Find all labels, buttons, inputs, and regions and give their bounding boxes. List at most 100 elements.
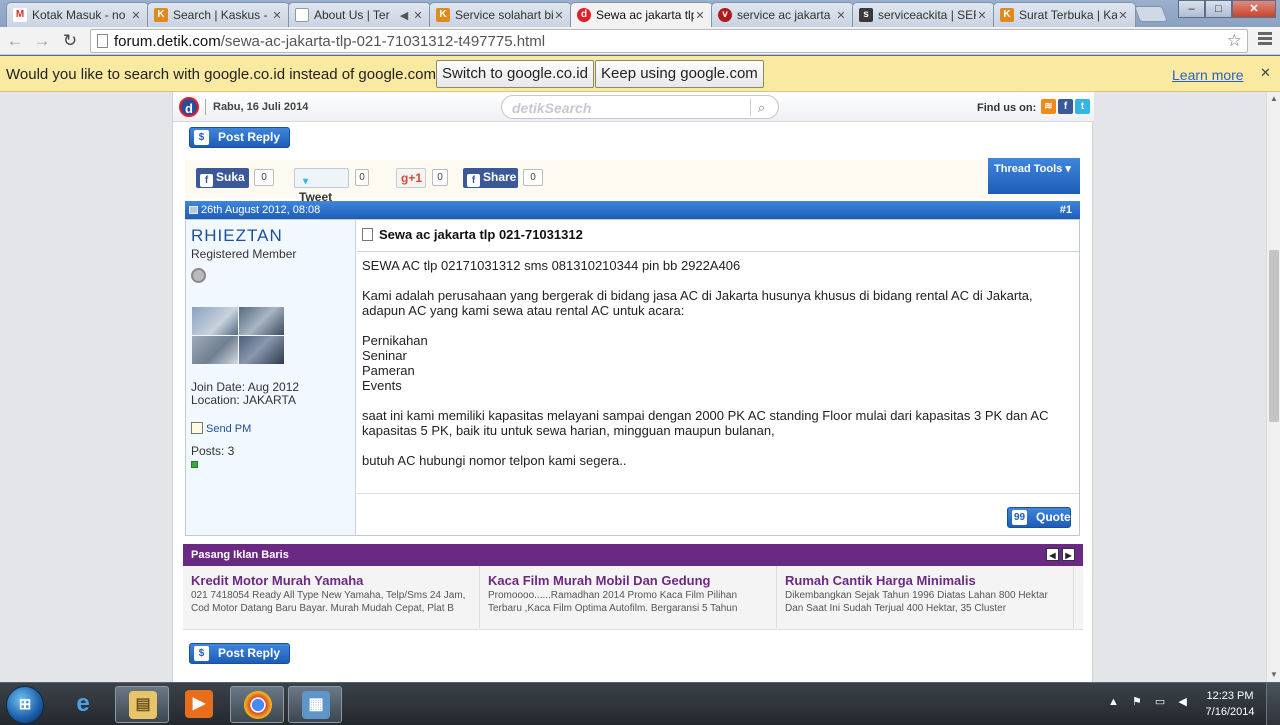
rss-icon[interactable]: ≋ bbox=[1041, 99, 1056, 114]
post-title: Sewa ac jakarta tlp 021-71031312 bbox=[362, 227, 583, 242]
start-button[interactable]: ⊞ bbox=[6, 686, 44, 724]
quote-button[interactable]: 99 Quote bbox=[1007, 507, 1071, 528]
tweet-button[interactable]: ▾Tweet bbox=[294, 168, 349, 204]
minimize-button[interactable]: – bbox=[1178, 0, 1205, 18]
tab-surat-terbuka[interactable]: K Surat Terbuka | Ka ✕ bbox=[993, 2, 1136, 27]
ad-item[interactable]: Kredit Motor Murah Yamaha 021 7418054 Re… bbox=[183, 566, 480, 628]
classified-ads-row: Kredit Motor Murah Yamaha 021 7418054 Re… bbox=[183, 566, 1083, 630]
clock-date: 7/16/2014 bbox=[1205, 706, 1255, 718]
reload-icon[interactable]: ↻ bbox=[59, 30, 81, 52]
forward-arrow-icon[interactable]: → bbox=[31, 30, 53, 52]
title-divider bbox=[357, 251, 1079, 252]
url-domain: forum.detik.com bbox=[114, 33, 221, 50]
taskbar-internet-explorer[interactable]: e bbox=[56, 686, 110, 723]
show-desktop-button[interactable] bbox=[1266, 683, 1280, 725]
network-icon[interactable]: ▭ bbox=[1155, 696, 1165, 708]
post-reply-button-top[interactable]: $ Post Reply bbox=[189, 127, 290, 148]
post-line: saat ini kami memiliki kapasitas melayan… bbox=[362, 408, 1049, 423]
tab-close-icon[interactable]: ✕ bbox=[976, 9, 988, 22]
user-rank: Registered Member bbox=[191, 247, 297, 261]
ad-item[interactable]: Rumah Cantik Harga Minimalis Dikembangka… bbox=[777, 566, 1074, 628]
send-pm-label: Send PM bbox=[206, 423, 252, 435]
chrome-icon bbox=[244, 691, 272, 719]
scroll-up-icon[interactable]: ▲ bbox=[1270, 94, 1278, 103]
speaker-icon: ◀ bbox=[399, 9, 409, 22]
facebook-like-button[interactable]: f Suka bbox=[196, 168, 249, 188]
tab-close-icon[interactable]: ✕ bbox=[412, 9, 424, 22]
maximize-button[interactable]: □ bbox=[1205, 0, 1232, 18]
taskbar-chrome[interactable] bbox=[230, 686, 284, 723]
media-player-icon: ▶ bbox=[185, 690, 213, 718]
page-icon bbox=[295, 8, 309, 22]
bookmark-star-icon[interactable]: ☆ bbox=[1227, 31, 1242, 51]
window-controls: – □ ✕ bbox=[1178, 0, 1276, 18]
ad-title[interactable]: Kredit Motor Murah Yamaha bbox=[191, 573, 471, 588]
detik-logo[interactable]: d bbox=[179, 97, 199, 117]
tab-service-ac-jakarta[interactable]: v service ac jakarta ✕ bbox=[711, 2, 854, 27]
tab-kaskus-search[interactable]: K Search | Kaskus - T ✕ bbox=[147, 2, 290, 27]
system-clock[interactable]: 12:23 PM 7/16/2014 bbox=[1200, 688, 1260, 720]
back-arrow-icon[interactable]: ← bbox=[4, 30, 26, 52]
volume-icon[interactable]: ◀ bbox=[1178, 696, 1186, 708]
facebook-share-button[interactable]: f Share bbox=[463, 168, 518, 188]
classified-ads-header: Pasang Iklan Baris ◀ ▶ bbox=[183, 544, 1083, 566]
search-icon[interactable]: ⌕ bbox=[750, 99, 772, 116]
tab-close-icon[interactable]: ✕ bbox=[130, 9, 142, 22]
find-us-label: Find us on: bbox=[977, 102, 1037, 114]
tab-serviceackita[interactable]: s serviceackita | SER ✕ bbox=[852, 2, 995, 27]
post-reply-button-bottom[interactable]: $ Post Reply bbox=[189, 643, 290, 664]
tab-close-icon[interactable]: ✕ bbox=[271, 9, 283, 22]
ad-description: Promoooo......Ramadhan 2014 Promo Kaca F… bbox=[488, 590, 738, 614]
tray-expand-icon[interactable]: ▲ bbox=[1108, 696, 1119, 708]
page-scrollbar[interactable]: ▲ ▼ bbox=[1266, 92, 1280, 682]
taskbar-control-panel[interactable]: ▦ bbox=[288, 686, 342, 723]
scrollbar-thumb[interactable] bbox=[1269, 250, 1279, 422]
taskbar-explorer[interactable]: ▤ bbox=[115, 686, 169, 723]
ad-title[interactable]: Rumah Cantik Harga Minimalis bbox=[785, 573, 1065, 588]
tab-close-icon[interactable]: ✕ bbox=[553, 9, 565, 22]
ad-item[interactable]: Kaca Film Murah Mobil Dan Gedung Promooo… bbox=[480, 566, 777, 628]
avatar[interactable] bbox=[192, 307, 284, 364]
facebook-icon: f bbox=[200, 174, 213, 187]
learn-more-link[interactable]: Learn more bbox=[1172, 67, 1244, 83]
infobar-close-icon[interactable]: ✕ bbox=[1260, 65, 1271, 81]
folder-icon: ▤ bbox=[129, 691, 157, 719]
url-text[interactable]: forum.detik.com/sewa-ac-jakarta-tlp-021-… bbox=[114, 33, 545, 50]
chrome-menu-icon[interactable] bbox=[1258, 32, 1272, 47]
tab-close-icon[interactable]: ✕ bbox=[835, 9, 847, 22]
taskbar-media-player[interactable]: ▶ bbox=[172, 686, 226, 723]
tab-about-us[interactable]: About Us | Ter ◀ ✕ bbox=[288, 2, 431, 27]
gplus-button[interactable]: g+1 bbox=[396, 168, 426, 188]
post-reply-label: Post Reply bbox=[218, 130, 281, 144]
facebook-icon[interactable]: f bbox=[1058, 99, 1073, 114]
scroll-down-icon[interactable]: ▼ bbox=[1270, 670, 1278, 679]
detik-icon: d bbox=[577, 8, 591, 22]
twitter-icon[interactable]: t bbox=[1075, 99, 1090, 114]
tab-close-icon[interactable]: ✕ bbox=[694, 9, 706, 22]
infobar-message: Would you like to search with google.co.… bbox=[6, 66, 445, 83]
page-viewport: d Rabu, 16 Juli 2014 detikSearch ⌕ Find … bbox=[0, 92, 1266, 682]
ad-title[interactable]: Kaca Film Murah Mobil Dan Gedung bbox=[488, 573, 768, 588]
gplus-label: +1 bbox=[408, 171, 423, 185]
tab-gmail[interactable]: M Kotak Masuk - no ✕ bbox=[6, 2, 149, 27]
address-bar[interactable]: forum.detik.com/sewa-ac-jakarta-tlp-021-… bbox=[90, 29, 1248, 53]
send-pm-icon bbox=[191, 422, 203, 434]
post-body: RHIEZTAN Registered Member Join Date: Au… bbox=[185, 219, 1080, 536]
thread-tools-menu[interactable]: Thread Tools ▾ bbox=[988, 158, 1080, 194]
tab-sewa-ac[interactable]: d Sewa ac jakarta tlp ✕ bbox=[570, 2, 713, 27]
post-permalink[interactable]: #1 bbox=[1060, 201, 1072, 219]
keep-search-button[interactable]: Keep using google.com bbox=[595, 60, 764, 88]
ads-next-icon[interactable]: ▶ bbox=[1062, 548, 1075, 561]
reply-icon: $ bbox=[194, 646, 209, 661]
site-search-box[interactable]: detikSearch ⌕ bbox=[501, 95, 779, 119]
new-tab-button[interactable] bbox=[1134, 6, 1168, 22]
username-link[interactable]: RHIEZTAN bbox=[191, 226, 283, 246]
ads-prev-icon[interactable]: ◀ bbox=[1046, 548, 1059, 561]
switch-search-button[interactable]: Switch to google.co.id bbox=[436, 60, 594, 88]
send-pm-link[interactable]: Send PM bbox=[191, 422, 251, 435]
tab-service-solahart[interactable]: K Service solahart bi ✕ bbox=[429, 2, 572, 27]
close-window-button[interactable]: ✕ bbox=[1232, 0, 1276, 18]
action-center-icon[interactable]: ⚑ bbox=[1132, 696, 1142, 708]
control-panel-icon: ▦ bbox=[302, 691, 330, 719]
tab-close-icon[interactable]: ✕ bbox=[1117, 9, 1129, 22]
